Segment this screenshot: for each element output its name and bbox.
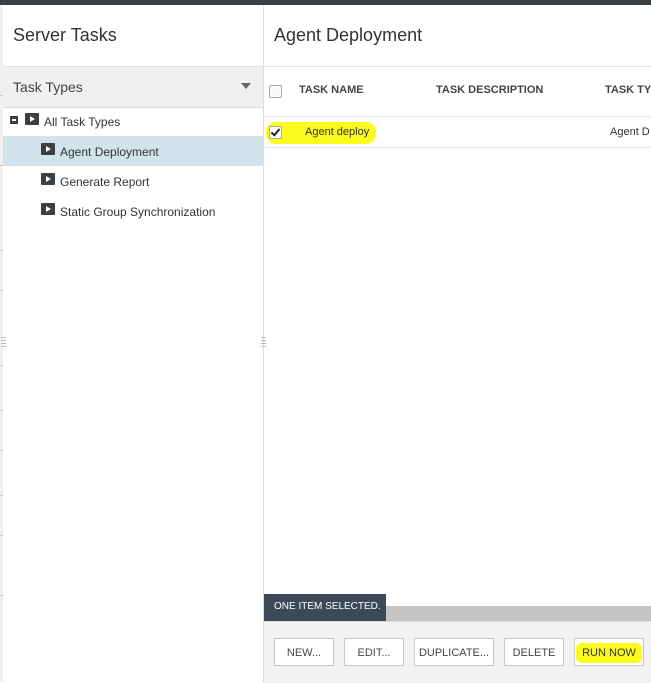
- run-now-button[interactable]: RUN NOW: [574, 638, 644, 666]
- tree-item-agent-deployment[interactable]: Agent Deployment: [3, 136, 263, 166]
- edit-button[interactable]: EDIT...: [344, 638, 404, 666]
- page-title: Agent Deployment: [274, 25, 423, 45]
- task-types-dropdown[interactable]: Task Types: [3, 66, 263, 108]
- tree-item-generate-report[interactable]: Generate Report: [3, 166, 263, 196]
- delete-button[interactable]: DELETE: [504, 638, 564, 666]
- play-icon: [41, 173, 55, 185]
- column-header-task-name[interactable]: TASK NAME: [299, 84, 364, 96]
- tree-item-label: Agent Deployment: [60, 145, 159, 159]
- task-name-cell[interactable]: Agent deploy: [305, 126, 369, 138]
- task-types-label: Task Types: [13, 79, 83, 95]
- play-icon: [41, 203, 55, 215]
- row-checkbox[interactable]: [269, 126, 282, 139]
- divider: [264, 116, 651, 117]
- task-type-cell: Agent D: [610, 126, 650, 138]
- divider: [264, 147, 651, 148]
- select-all-checkbox[interactable]: [269, 85, 282, 98]
- run-now-label: RUN NOW: [576, 643, 642, 663]
- resize-grip-left[interactable]: [1, 337, 6, 349]
- selection-status-bar: ONE ITEM SELECTED.: [264, 594, 386, 621]
- chevron-down-icon[interactable]: [241, 83, 251, 89]
- collapse-icon[interactable]: [10, 116, 18, 124]
- column-header-task-description[interactable]: TASK DESCRIPTION: [436, 84, 543, 96]
- task-types-panel: Server Tasks Task Types All Task Types A…: [3, 5, 263, 682]
- resize-grip[interactable]: [261, 337, 266, 349]
- play-icon: [25, 113, 39, 125]
- play-icon: [41, 143, 55, 155]
- tree-item-static-group-sync[interactable]: Static Group Synchronization: [3, 196, 263, 226]
- selection-status-text: ONE ITEM SELECTED.: [274, 601, 381, 612]
- column-header-task-type[interactable]: TASK TYP: [605, 84, 651, 96]
- duplicate-button[interactable]: DUPLICATE...: [414, 638, 494, 666]
- tree-item-label: Generate Report: [60, 175, 150, 189]
- divider: [264, 66, 651, 67]
- tree-item-all-task-types[interactable]: All Task Types: [3, 106, 263, 136]
- new-button[interactable]: NEW...: [274, 638, 334, 666]
- panel-title: Server Tasks: [13, 25, 117, 45]
- tree-item-label: All Task Types: [44, 115, 121, 129]
- divider: [3, 66, 263, 67]
- tree-item-label: Static Group Synchronization: [60, 205, 216, 219]
- horizontal-scrollbar[interactable]: [386, 606, 651, 621]
